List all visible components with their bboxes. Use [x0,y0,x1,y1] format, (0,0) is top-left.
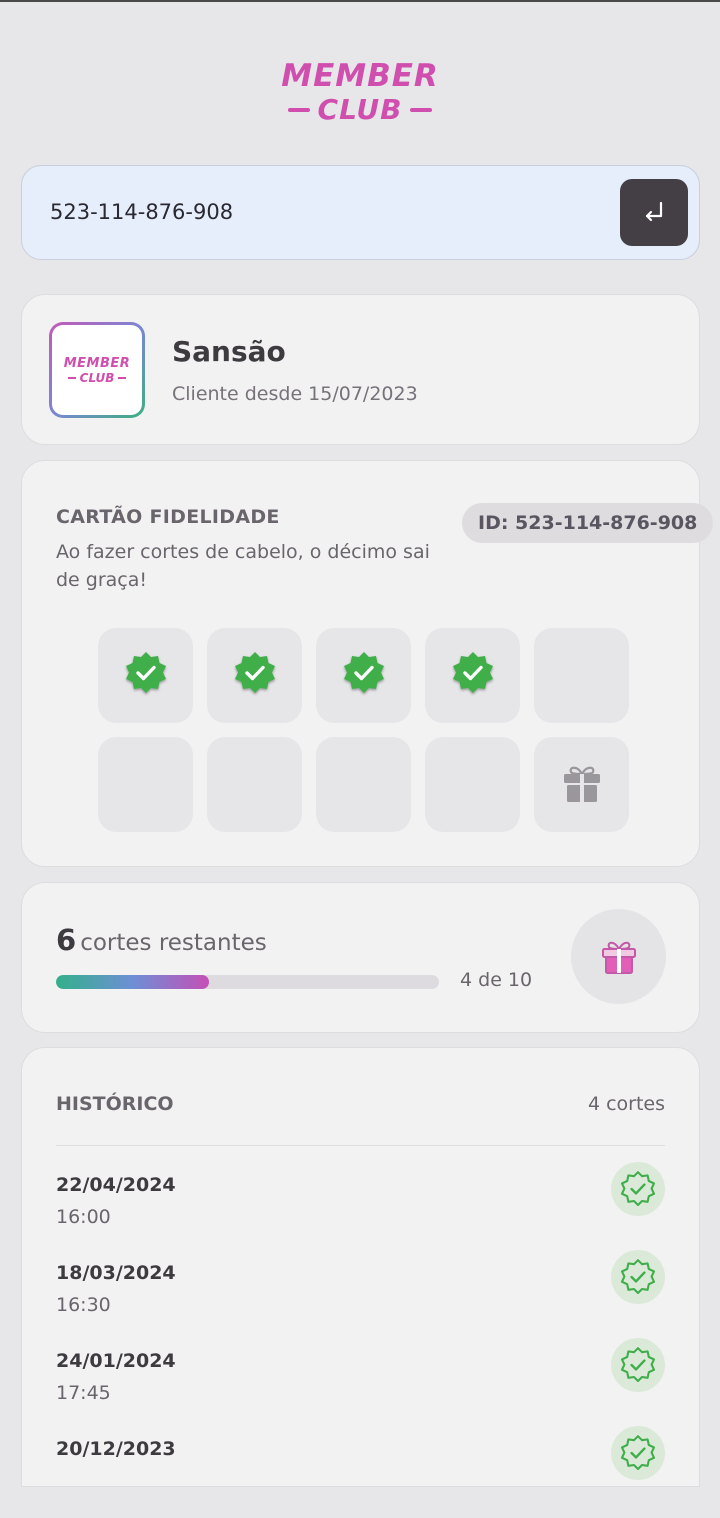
logo-line-2-text: CLUB [317,93,403,126]
loyalty-title: CARTÃO FIDELIDADE [56,506,280,528]
progress-bar [56,975,439,989]
stamp-slot [207,737,302,832]
history-title: HISTÓRICO [56,1093,174,1115]
remaining-number: 6 [56,923,77,957]
check-badge-icon [339,649,389,703]
stamp-slot [98,628,193,723]
stamp-slot [316,628,411,723]
stamp-slot [98,737,193,832]
progress-bar-fill [56,975,210,989]
history-divider [56,1145,665,1146]
history-row: 22/04/2024 16:00 [56,1162,665,1254]
status-bar-line [0,0,720,2]
history-row: 18/03/2024 16:30 [56,1250,665,1342]
reward-gift-button[interactable] [571,909,666,1004]
history-date: 22/04/2024 [56,1174,176,1196]
remaining-cuts: 6 cortes restantes [56,923,267,957]
history-date: 18/03/2024 [56,1262,176,1284]
member-id-input[interactable] [50,194,590,230]
history-date: 24/01/2024 [56,1350,176,1372]
history-card: HISTÓRICO 4 cortes 22/04/2024 16:00 18/0… [21,1047,700,1487]
check-badge-icon [611,1162,665,1216]
member-club-logo: MEMBER CLUB [270,58,450,134]
loyalty-card: CARTÃO FIDELIDADE Ao fazer cortes de cab… [21,460,714,867]
stamp-slot [534,628,629,723]
logo-line-1: MEMBER [281,58,439,94]
gift-icon [559,760,605,810]
check-badge-icon [230,649,280,703]
progress-card: 6 cortes restantes 4 de 10 [21,882,700,1033]
progress-count: 4 de 10 [460,969,533,991]
stamp-slot [534,737,629,832]
history-count: 4 cortes [587,1093,665,1115]
stamp-slot [316,737,411,832]
history-row: 20/12/2023 [56,1426,665,1518]
profile-card: MEMBER CLUB Sansão Cliente desde 15/07/2… [21,294,700,445]
stamp-slot [207,628,302,723]
submit-button[interactable] [620,179,688,246]
customer-name: Sansão [172,335,286,368]
check-badge-icon [611,1338,665,1392]
history-time: 17:45 [56,1382,111,1404]
check-badge-icon [611,1250,665,1304]
member-id-search [21,165,700,260]
stamp-slot [425,628,520,723]
history-date: 20/12/2023 [56,1438,176,1460]
remaining-label: cortes restantes [80,930,267,956]
customer-since: Cliente desde 15/07/2023 [172,383,418,405]
history-row: 24/01/2024 17:45 [56,1338,665,1430]
check-badge-icon [121,649,171,703]
check-badge-icon [448,649,498,703]
avatar-logo-line-1: MEMBER [63,355,131,371]
enter-return-icon [645,201,663,221]
check-badge-icon [611,1426,665,1480]
loyalty-description: Ao fazer cortes de cabelo, o décimo sai … [56,541,430,591]
gift-icon [601,941,636,974]
history-time: 16:00 [56,1206,111,1228]
avatar-logo-line-2: CLUB [79,370,115,385]
logo-line-2: CLUB [270,94,450,126]
card-id-badge: ID: 523-114-876-908 [462,503,714,543]
avatar: MEMBER CLUB [49,322,145,418]
history-time: 16:30 [56,1294,111,1316]
stamp-slot [425,737,520,832]
